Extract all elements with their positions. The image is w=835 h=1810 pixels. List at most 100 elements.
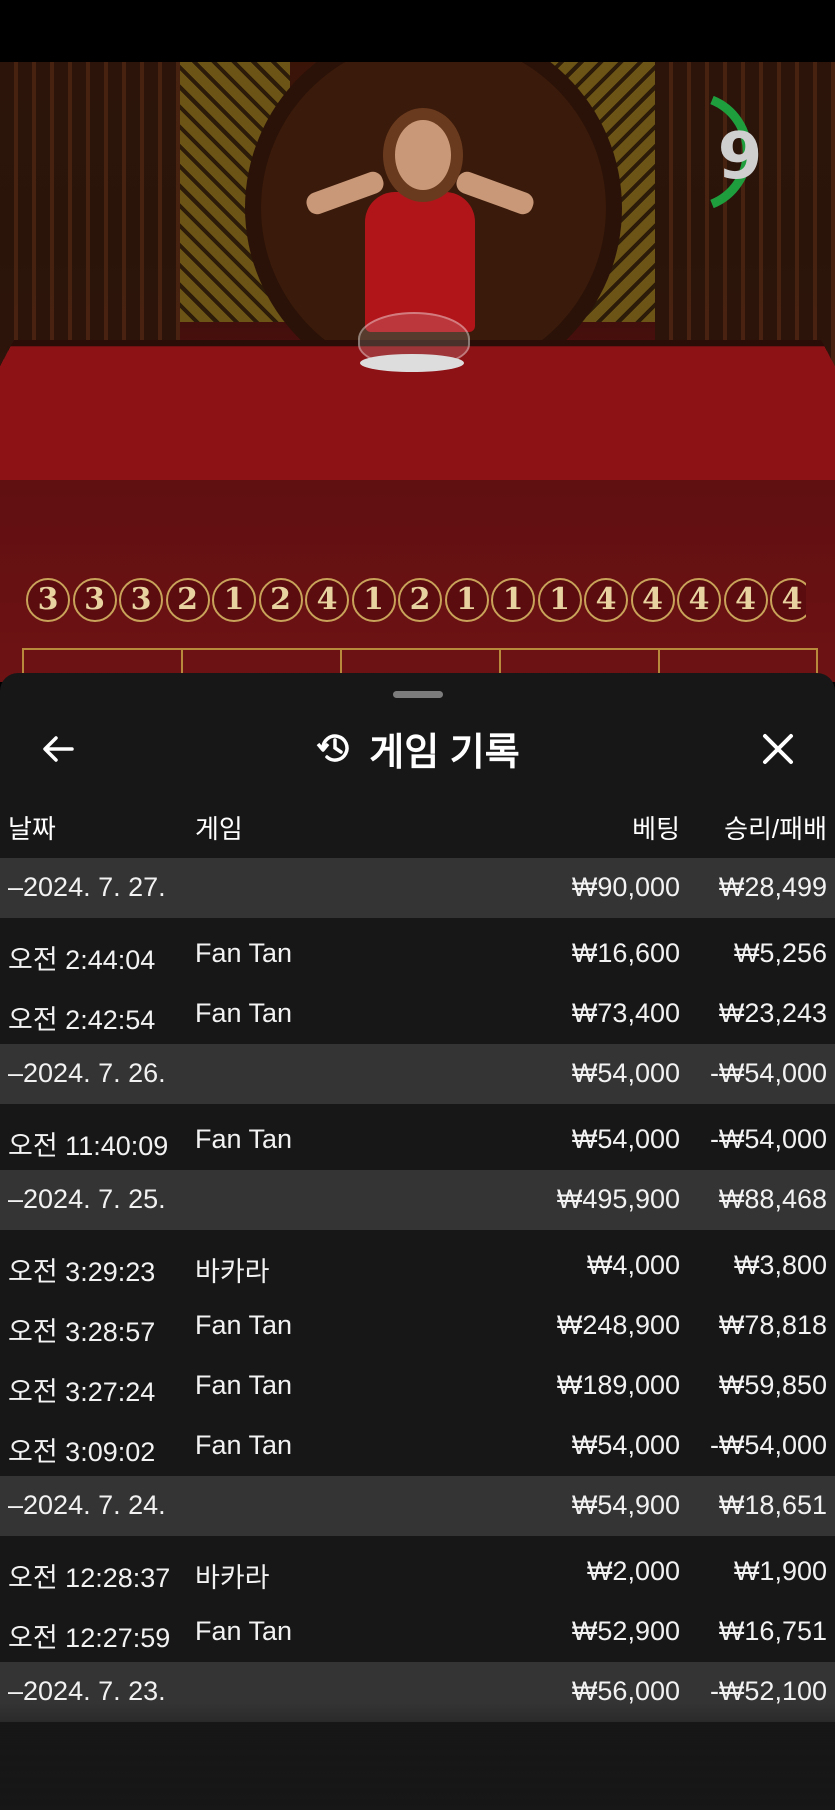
road-result-ball: 1 — [212, 578, 256, 622]
round-bet: ₩248,900 — [556, 1310, 680, 1340]
status-bar — [0, 0, 835, 62]
road-result-ball: 1 — [351, 578, 396, 622]
road-result-ball: 2 — [165, 578, 210, 622]
column-header-bet: 베팅 — [632, 814, 680, 844]
game-history-sheet: 게임 기록 날짜 게임 베팅 승리/패배 –2024. 7. 27. ₩90,00… — [0, 673, 835, 1810]
group-result-total: ₩28,499 — [718, 872, 827, 902]
date-group-row[interactable]: –2024. 7. 23. ₩56,000 -₩52,100 — [0, 1662, 835, 1722]
group-bet-total: ₩54,900 — [571, 1490, 680, 1520]
sheet-title-group: 게임 기록 — [0, 713, 835, 783]
column-header-date: 날짜 — [8, 814, 56, 844]
group-bet-total: ₩495,900 — [556, 1184, 680, 1214]
column-header-result: 승리/패배 — [724, 814, 827, 844]
round-bet: ₩52,900 — [571, 1616, 680, 1646]
column-headers: 날짜 게임 베팅 승리/패배 — [0, 793, 835, 859]
round-result: ₩59,850 — [718, 1370, 827, 1400]
round-game: Fan Tan — [195, 1124, 293, 1154]
round-game: 바카라 — [195, 1257, 270, 1287]
round-bet: ₩54,000 — [571, 1124, 680, 1154]
group-date: –2024. 7. 27. — [8, 872, 166, 902]
round-time: 오전 3:28:57 — [8, 1317, 156, 1347]
road-result-ball: 4 — [305, 578, 349, 622]
round-result: ₩16,751 — [718, 1616, 827, 1646]
date-group-row[interactable]: –2024. 7. 26. ₩54,000 -₩54,000 — [0, 1044, 835, 1104]
road-result-ball: 2 — [258, 578, 303, 622]
countdown-timer: 9 — [717, 120, 763, 194]
group-result-total: -₩52,100 — [709, 1676, 827, 1706]
sheet-drag-handle[interactable] — [393, 691, 443, 698]
group-result-total: -₩54,000 — [709, 1058, 827, 1088]
road-result-ball: 1 — [444, 578, 489, 622]
road-result-ball: 4 — [723, 578, 768, 622]
close-icon — [763, 734, 793, 764]
dealer-head — [395, 120, 451, 190]
dealer-figure — [365, 192, 475, 332]
round-bet: ₩54,000 — [571, 1430, 680, 1460]
group-bet-total: ₩56,000 — [571, 1676, 680, 1706]
result-road: 333212412111444441 — [26, 578, 806, 632]
sheet-title: 게임 기록 — [369, 731, 520, 774]
round-game: Fan Tan — [195, 938, 293, 968]
group-result-total: ₩18,651 — [718, 1490, 827, 1520]
round-time: 오전 11:40:09 — [8, 1131, 169, 1161]
history-row[interactable]: 오전 3:29:23 바카라 ₩4,000 ₩3,800 — [0, 1236, 835, 1296]
road-result-ball: 2 — [398, 578, 442, 622]
history-row[interactable]: 오전 12:28:37 바카라 ₩2,000 ₩1,900 — [0, 1542, 835, 1602]
date-group-row[interactable]: –2024. 7. 24. ₩54,900 ₩18,651 — [0, 1476, 835, 1536]
round-bet: ₩4,000 — [586, 1250, 680, 1280]
road-result-ball: 1 — [537, 578, 582, 622]
history-row[interactable]: 오전 2:42:54 Fan Tan ₩73,400 ₩23,243 — [0, 984, 835, 1044]
round-result: ₩1,900 — [733, 1556, 827, 1586]
round-bet: ₩73,400 — [571, 998, 680, 1028]
road-result-ball: 3 — [119, 578, 163, 622]
round-time: 오전 12:28:37 — [8, 1563, 171, 1593]
group-result-total: ₩88,468 — [718, 1184, 827, 1214]
round-time: 오전 3:27:24 — [8, 1377, 156, 1407]
round-game: Fan Tan — [195, 998, 293, 1028]
back-button[interactable] — [30, 721, 86, 777]
history-list: –2024. 7. 27. ₩90,000 ₩28,499 오전 2:44:04 Fan… — [0, 858, 835, 1722]
sheet-header: 게임 기록 — [0, 713, 835, 783]
round-game: Fan Tan — [195, 1430, 293, 1460]
round-bet: ₩189,000 — [556, 1370, 680, 1400]
round-bet: ₩2,000 — [586, 1556, 680, 1586]
round-result: ₩78,818 — [718, 1310, 827, 1340]
road-result-ball: 1 — [491, 578, 535, 622]
group-bet-total: ₩90,000 — [571, 872, 680, 902]
history-row[interactable]: 오전 3:27:24 Fan Tan ₩189,000 ₩59,850 — [0, 1356, 835, 1416]
group-bet-total: ₩54,000 — [571, 1058, 680, 1088]
history-row[interactable]: 오전 3:28:57 Fan Tan ₩248,900 ₩78,818 — [0, 1296, 835, 1356]
round-game: 바카라 — [195, 1563, 270, 1593]
group-date: –2024. 7. 23. — [8, 1676, 166, 1706]
round-time: 오전 2:44:04 — [8, 945, 156, 975]
round-game: Fan Tan — [195, 1616, 293, 1646]
road-result-ball: 3 — [72, 578, 117, 622]
round-result: -₩54,000 — [709, 1430, 827, 1460]
history-row[interactable]: 오전 11:40:09 Fan Tan ₩54,000 -₩54,000 — [0, 1110, 835, 1170]
history-row[interactable]: 오전 2:44:04 Fan Tan ₩16,600 ₩5,256 — [0, 924, 835, 984]
round-result: -₩54,000 — [709, 1124, 827, 1154]
bead-pile — [360, 354, 464, 372]
history-icon — [316, 734, 350, 762]
round-time: 오전 3:29:23 — [8, 1257, 156, 1287]
round-game: Fan Tan — [195, 1310, 293, 1340]
round-result: ₩3,800 — [733, 1250, 827, 1280]
road-result-ball: 4 — [677, 578, 721, 622]
history-row[interactable]: 오전 3:09:02 Fan Tan ₩54,000 -₩54,000 — [0, 1416, 835, 1476]
round-bet: ₩16,600 — [571, 938, 680, 968]
round-result: ₩5,256 — [733, 938, 827, 968]
date-group-row[interactable]: –2024. 7. 27. ₩90,000 ₩28,499 — [0, 858, 835, 918]
column-header-game: 게임 — [195, 814, 243, 844]
group-date: –2024. 7. 24. — [8, 1490, 166, 1520]
road-result-ball: 4 — [584, 578, 628, 622]
history-row[interactable]: 오전 12:27:59 Fan Tan ₩52,900 ₩16,751 — [0, 1602, 835, 1662]
date-group-row[interactable]: –2024. 7. 25. ₩495,900 ₩88,468 — [0, 1170, 835, 1230]
group-date: –2024. 7. 25. — [8, 1184, 166, 1214]
live-video-stage: 9 333212412111444441 — [0, 62, 835, 682]
group-date: –2024. 7. 26. — [8, 1058, 166, 1088]
road-result-ball: 4 — [770, 578, 806, 622]
round-time: 오전 2:42:54 — [8, 1005, 156, 1035]
road-result-ball: 3 — [26, 578, 70, 622]
arrow-left-icon — [43, 736, 74, 762]
close-button[interactable] — [750, 721, 806, 777]
